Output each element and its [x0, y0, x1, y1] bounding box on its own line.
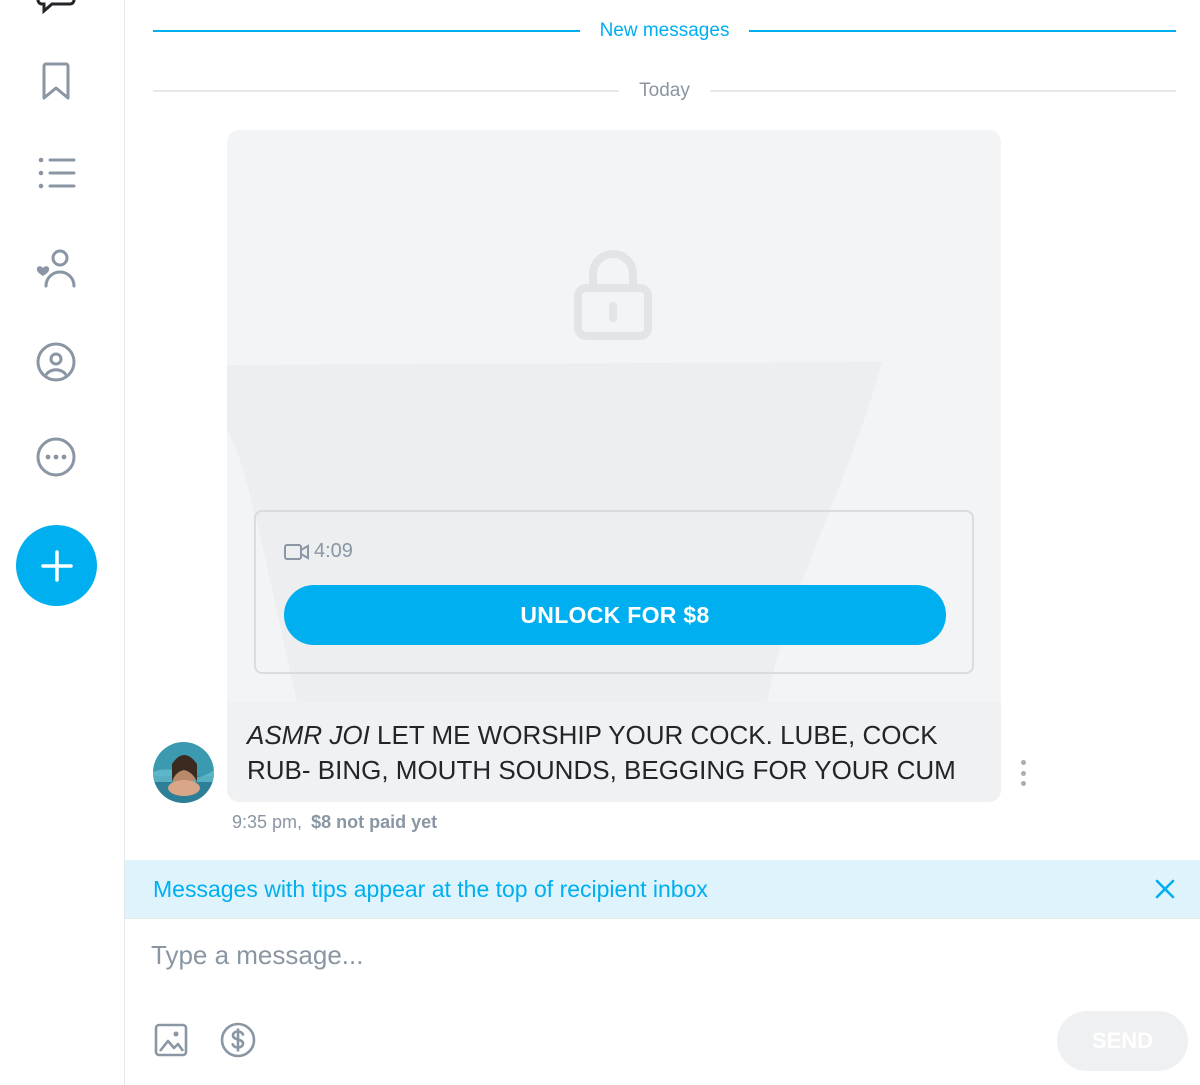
dollar-icon[interactable] — [219, 1021, 257, 1059]
tip-banner-text: Messages with tips appear at the top of … — [153, 875, 708, 902]
new-messages-divider: New messages — [153, 20, 1177, 42]
profile-icon[interactable] — [28, 334, 84, 390]
tip-info-banner: Messages with tips appear at the top of … — [125, 860, 1200, 918]
message-text-italic: ASMR JOI — [247, 720, 370, 750]
unlock-button[interactable]: UNLOCK FOR $8 — [284, 585, 946, 645]
message-meta: 9:35 pm, $8 not paid yet — [232, 812, 437, 833]
messages-page: New messages Today 4:09 UNLOCK FOR $8 AS… — [0, 0, 1200, 1085]
video-duration: 4:09 — [284, 540, 353, 563]
message-time: 9:35 pm, — [232, 812, 303, 832]
message-options-icon[interactable] — [1015, 760, 1031, 786]
avatar[interactable] — [153, 742, 214, 803]
subscriptions-icon[interactable] — [28, 240, 84, 296]
more-icon[interactable] — [28, 429, 84, 485]
image-icon[interactable] — [152, 1021, 190, 1059]
starred-list-icon[interactable] — [28, 145, 84, 201]
payment-status: $8 not paid yet — [311, 812, 438, 832]
message-text: ASMR JOI LET ME WORSHIP YOUR COCK. LUBE,… — [227, 702, 1001, 802]
price-panel: 4:09 UNLOCK FOR $8 — [254, 510, 974, 674]
message-composer: SEND — [125, 918, 1200, 1085]
bookmark-icon[interactable] — [28, 52, 84, 108]
sidebar — [0, 0, 125, 1085]
duration-text: 4:09 — [314, 540, 353, 562]
lock-icon — [574, 250, 652, 340]
close-icon[interactable] — [1152, 876, 1178, 902]
date-label: Today — [639, 80, 690, 101]
send-button[interactable]: SEND — [1057, 1011, 1188, 1071]
locked-media-card[interactable]: 4:09 UNLOCK FOR $8 — [227, 130, 1001, 702]
plus-icon — [40, 549, 73, 582]
new-messages-label: New messages — [599, 20, 730, 41]
new-post-button[interactable] — [16, 525, 97, 606]
message-input[interactable] — [151, 935, 1051, 975]
video-icon — [284, 543, 309, 560]
chat-thread: New messages Today 4:09 UNLOCK FOR $8 AS… — [125, 0, 1200, 860]
date-divider: Today — [153, 80, 1177, 102]
chat-icon[interactable] — [28, 0, 84, 24]
